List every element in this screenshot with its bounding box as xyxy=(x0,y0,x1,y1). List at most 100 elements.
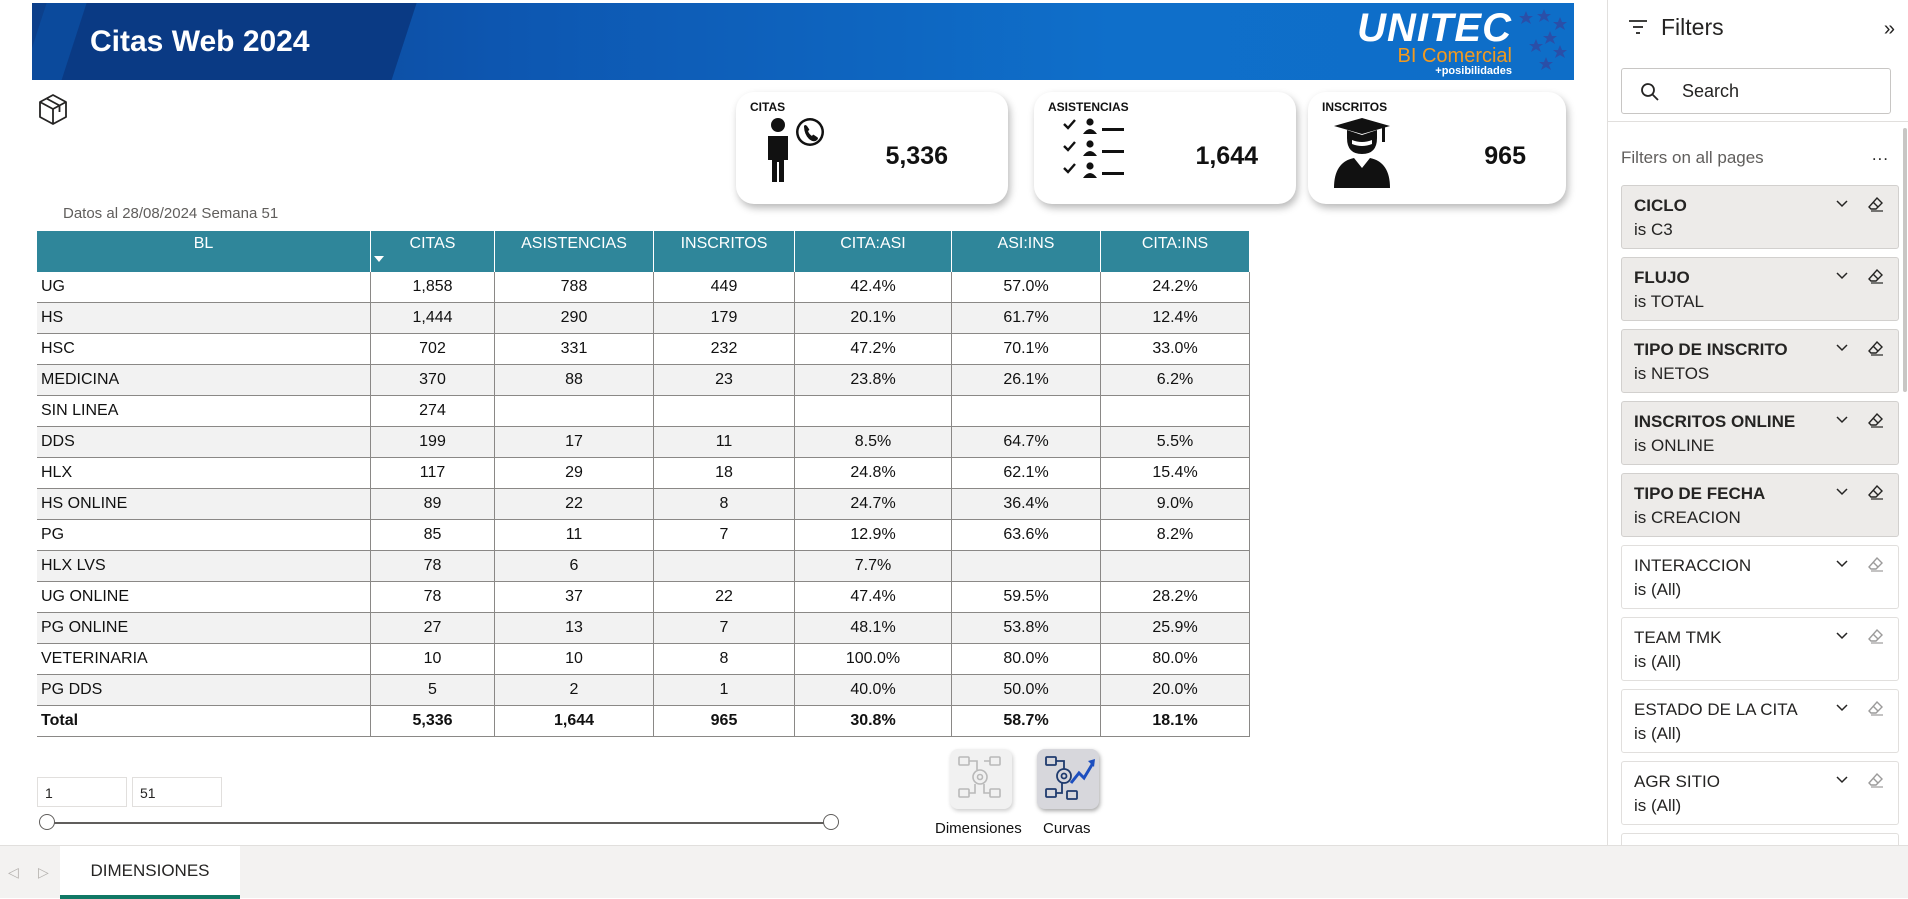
chevron-down-icon[interactable] xyxy=(1836,558,1848,570)
value-cell: 7.7% xyxy=(794,550,952,582)
row-label-cell: HLX LVS xyxy=(37,550,371,582)
filter-card-agr-sitio[interactable]: AGR SITIO is (All) xyxy=(1621,761,1899,825)
pane-divider xyxy=(1608,121,1908,122)
clear-filter-icon[interactable] xyxy=(1868,556,1884,572)
filter-card-flujo[interactable]: FLUJO is TOTAL xyxy=(1621,257,1899,321)
table-row: HSC 702 331 232 47.2% 70.1% 33.0% xyxy=(37,333,1250,365)
value-cell: 37 xyxy=(494,581,654,613)
chevron-down-icon[interactable] xyxy=(1836,270,1848,282)
row-label-cell: SIN LINEA xyxy=(37,395,371,427)
filter-value: is (All) xyxy=(1634,724,1682,743)
row-label-cell: HS ONLINE xyxy=(37,488,371,520)
value-cell: 42.4% xyxy=(794,272,952,303)
column-header-cita-ins[interactable]: CITA:INS xyxy=(1100,231,1250,272)
tab-scroll-left-icon[interactable]: ◁ xyxy=(8,864,19,881)
filter-card-ciclo[interactable]: CICLO is C3 xyxy=(1621,185,1899,249)
filter-name: TEAM TMK xyxy=(1634,628,1722,647)
table-row: UG ONLINE 78 37 22 47.4% 59.5% 28.2% xyxy=(37,581,1250,613)
table-row: HLX 117 29 18 24.8% 62.1% 15.4% xyxy=(37,457,1250,489)
filter-name: INTERACCION xyxy=(1634,556,1752,575)
filters-pane: Filters » Search Filters on all pages ..… xyxy=(1607,0,1908,845)
column-header-cita-asi[interactable]: CITA:ASI xyxy=(794,231,952,272)
filter-card-team-tmk[interactable]: TEAM TMK is (All) xyxy=(1621,617,1899,681)
chevron-down-icon[interactable] xyxy=(1836,414,1848,426)
slider-min-input[interactable]: 1 xyxy=(37,777,127,807)
value-cell: 23.8% xyxy=(794,364,952,396)
kpi-value: 965 xyxy=(1484,142,1526,170)
chevron-down-icon[interactable] xyxy=(1836,198,1848,210)
filter-card-banner[interactable]: BANNER xyxy=(1621,833,1899,845)
clear-filter-icon[interactable] xyxy=(1868,628,1884,644)
kpi-value: 5,336 xyxy=(885,142,948,170)
table-row: DDS 199 17 11 8.5% 64.7% 5.5% xyxy=(37,426,1250,458)
process-trend-icon xyxy=(1045,756,1095,800)
clear-filter-icon[interactable] xyxy=(1868,196,1884,212)
row-label-cell: PG ONLINE xyxy=(37,612,371,644)
chevron-down-icon[interactable] xyxy=(1836,486,1848,498)
slider-max-input[interactable]: 51 xyxy=(132,777,222,807)
chevron-down-icon[interactable] xyxy=(1836,774,1848,786)
column-header-citas[interactable]: CITAS xyxy=(370,231,495,272)
filter-card-interaccion[interactable]: INTERACCION is (All) xyxy=(1621,545,1899,609)
value-cell: 23 xyxy=(653,364,795,396)
pane-scrollbar[interactable] xyxy=(1903,128,1907,392)
column-header-bl[interactable]: BL xyxy=(37,231,371,272)
clear-filter-icon[interactable] xyxy=(1868,412,1884,428)
clear-filter-icon[interactable] xyxy=(1868,844,1884,845)
value-cell: 22 xyxy=(653,581,795,613)
table-row: HS ONLINE 89 22 8 24.7% 36.4% 9.0% xyxy=(37,488,1250,520)
column-header-inscritos[interactable]: INSCRITOS xyxy=(653,231,795,272)
kpi-card-citas: CITAS 5,336 xyxy=(736,92,1008,204)
filters-search-input[interactable]: Search xyxy=(1621,68,1891,114)
filter-name: FLUJO xyxy=(1634,268,1690,287)
clear-filter-icon[interactable] xyxy=(1868,772,1884,788)
value-cell: 15.4% xyxy=(1100,457,1250,489)
value-cell: 11 xyxy=(653,426,795,458)
value-cell: 274 xyxy=(370,395,495,427)
logo-tagline: +posibilidades xyxy=(1435,65,1512,77)
stars-icon xyxy=(1519,9,1567,70)
value-cell: 370 xyxy=(370,364,495,396)
tab-dimensiones[interactable]: DIMENSIONES xyxy=(60,846,240,899)
value-cell: 25.9% xyxy=(1100,612,1250,644)
dimensiones-button[interactable] xyxy=(950,749,1012,809)
filter-card-inscritos-online[interactable]: INSCRITOS ONLINE is ONLINE xyxy=(1621,401,1899,465)
value-cell: 965 xyxy=(653,705,795,737)
checklist-people-icon xyxy=(1063,118,1124,178)
chevron-down-icon[interactable] xyxy=(1836,702,1848,714)
slider-min-handle[interactable] xyxy=(39,814,55,830)
chevron-down-icon[interactable] xyxy=(1836,342,1848,354)
filter-value: is ONLINE xyxy=(1634,436,1715,455)
value-cell: 64.7% xyxy=(951,426,1101,458)
clear-filter-icon[interactable] xyxy=(1868,700,1884,716)
curvas-button[interactable] xyxy=(1037,749,1099,809)
value-cell xyxy=(653,395,795,427)
value-cell: 5 xyxy=(370,674,495,706)
clear-filter-icon[interactable] xyxy=(1868,484,1884,500)
value-cell: 1,644 xyxy=(494,705,654,737)
slider-track[interactable] xyxy=(47,822,832,824)
more-options-icon[interactable]: ... xyxy=(1872,145,1889,165)
filter-value: is NETOS xyxy=(1634,364,1710,383)
collapse-pane-icon[interactable]: » xyxy=(1884,18,1895,41)
logo-word: UNITEC xyxy=(1357,6,1512,50)
tab-scroll-right-icon[interactable]: ▷ xyxy=(38,864,49,881)
value-cell: 22 xyxy=(494,488,654,520)
sort-descending-icon[interactable] xyxy=(374,256,384,262)
filter-card-estado-de-la-cita[interactable]: ESTADO DE LA CITA is (All) xyxy=(1621,689,1899,753)
column-header-asistencias[interactable]: ASISTENCIAS xyxy=(494,231,654,272)
filter-card-tipo-de-fecha[interactable]: TIPO DE FECHA is CREACION xyxy=(1621,473,1899,537)
chevron-down-icon[interactable] xyxy=(1836,630,1848,642)
row-label-cell: HS xyxy=(37,302,371,334)
clear-filter-icon[interactable] xyxy=(1868,340,1884,356)
clear-filter-icon[interactable] xyxy=(1868,268,1884,284)
cube-icon[interactable] xyxy=(36,92,70,126)
slider-max-handle[interactable] xyxy=(823,814,839,830)
filter-value: is (All) xyxy=(1634,652,1682,671)
filter-card-tipo-de-inscrito[interactable]: TIPO DE INSCRITO is NETOS xyxy=(1621,329,1899,393)
table-row: PG 85 11 7 12.9% 63.6% 8.2% xyxy=(37,519,1250,551)
value-cell: 18 xyxy=(653,457,795,489)
column-header-asi-ins[interactable]: ASI:INS xyxy=(951,231,1101,272)
value-cell: 2 xyxy=(494,674,654,706)
table-row: PG DDS 5 2 1 40.0% 50.0% 20.0% xyxy=(37,674,1250,706)
